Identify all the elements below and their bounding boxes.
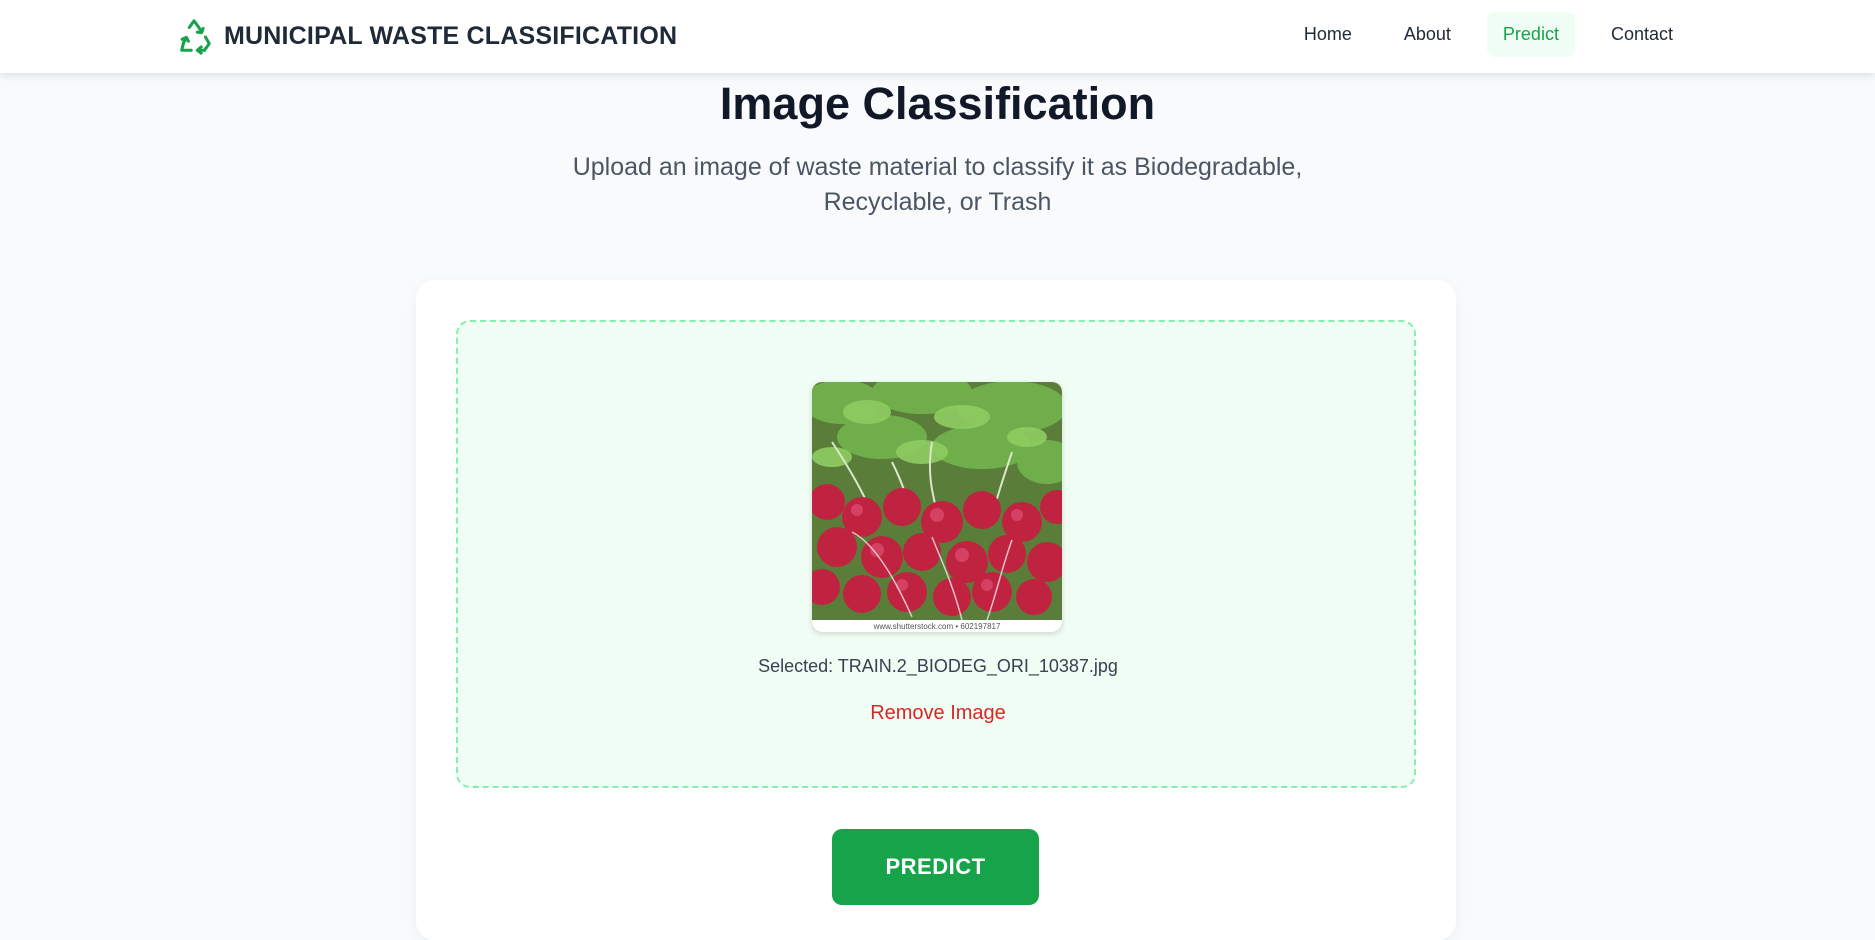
predict-button[interactable]: PREDICT bbox=[832, 829, 1039, 905]
upload-card: www.shutterstock.com • 602197817 Selecte… bbox=[416, 280, 1456, 940]
image-preview: www.shutterstock.com • 602197817 bbox=[812, 382, 1062, 632]
nav-predict-link[interactable]: Predict bbox=[1486, 12, 1575, 57]
brand[interactable]: MUNICIPAL WASTE CLASSIFICATION bbox=[176, 16, 677, 56]
navbar: MUNICIPAL WASTE CLASSIFICATION Home Abou… bbox=[0, 0, 1875, 73]
nav-home-link[interactable]: Home bbox=[1288, 12, 1368, 57]
page-subtitle: Upload an image of waste material to cla… bbox=[572, 153, 1303, 216]
remove-image-row: Remove Image bbox=[458, 702, 1418, 725]
selected-file-name: TRAIN.2_BIODEG_ORI_10387.jpg bbox=[837, 656, 1118, 676]
upload-dropzone[interactable]: www.shutterstock.com • 602197817 Selecte… bbox=[456, 320, 1416, 788]
nav-links: Home About Predict Contact bbox=[1288, 12, 1689, 57]
recycle-icon bbox=[180, 19, 211, 55]
radish-photo: www.shutterstock.com • 602197817 bbox=[812, 382, 1062, 632]
page-title: Image Classification bbox=[719, 78, 1156, 129]
brand-title: MUNICIPAL WASTE CLASSIFICATION bbox=[224, 21, 678, 50]
remove-image-button[interactable]: Remove Image bbox=[870, 702, 1006, 724]
selected-file-prefix: Selected: bbox=[758, 656, 838, 676]
selected-file-line: Selected: TRAIN.2_BIODEG_ORI_10387.jpg bbox=[458, 656, 1418, 677]
nav-about-link[interactable]: About bbox=[1388, 12, 1467, 57]
preview-watermark: www.shutterstock.com • 602197817 bbox=[873, 622, 1001, 631]
nav-contact-link[interactable]: Contact bbox=[1595, 12, 1689, 57]
